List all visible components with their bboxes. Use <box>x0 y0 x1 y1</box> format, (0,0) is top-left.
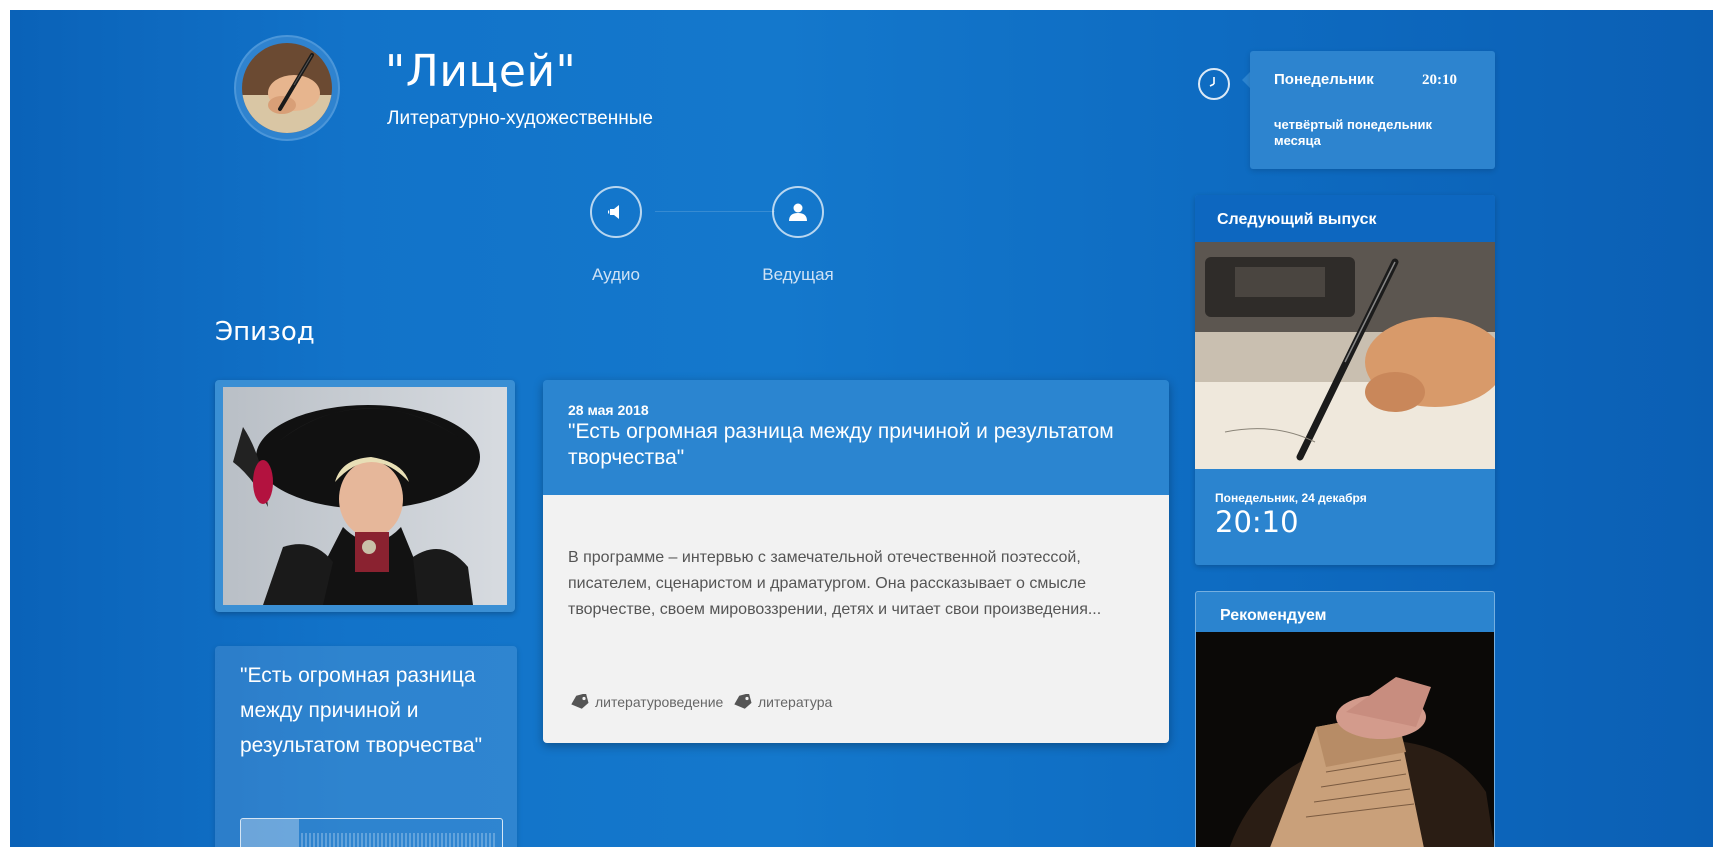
episode-title[interactable]: "Есть огромная разница между причиной и … <box>568 419 1138 471</box>
next-release-date: Понедельник, 24 декабря <box>1215 491 1367 505</box>
program-title: "Лицей" <box>385 46 577 97</box>
next-release-title: Следующий выпуск <box>1217 211 1377 228</box>
tag-literary-studies[interactable]: литературоведение <box>570 694 723 710</box>
next-release-photo[interactable] <box>1195 242 1495 469</box>
episode-date: 28 мая 2018 <box>568 402 649 418</box>
schedule-time: 20:10 <box>1422 72 1457 88</box>
speaker-icon <box>608 205 619 219</box>
episode-quote: "Есть огромная разница между причиной и … <box>240 664 483 757</box>
tag-literature[interactable]: литература <box>733 694 832 710</box>
schedule-note: четвёртый понедельник месяца <box>1274 117 1432 148</box>
player-progress[interactable] <box>241 819 299 847</box>
episode-card[interactable]: 28 мая 2018 "Есть огромная разница между… <box>543 380 1169 743</box>
next-release-time: 20:10 <box>1215 505 1299 539</box>
section-title: Эпизод <box>215 317 315 347</box>
tag-icon <box>571 694 589 709</box>
recommend-card[interactable]: Рекомендуем <box>1195 591 1495 847</box>
audio-player[interactable] <box>240 818 503 847</box>
tag-icon <box>734 694 752 709</box>
program-avatar[interactable] <box>242 43 332 133</box>
tag-label[interactable]: литература <box>758 694 832 710</box>
episode-description: В программе – интервью с замечательной о… <box>568 549 1102 618</box>
episode-photo[interactable] <box>223 387 507 605</box>
clock-icon <box>1198 68 1230 100</box>
recommend-photo[interactable] <box>1196 632 1494 847</box>
schedule-card: Понедельник 20:10 четвёртый понедельник … <box>1250 51 1495 169</box>
next-release-card[interactable]: Следующий выпуск Понедельник, 24 декабря… <box>1195 195 1495 565</box>
audio-label[interactable]: Аудио <box>576 265 656 285</box>
nav-connector <box>655 211 775 212</box>
schedule-pointer <box>1242 72 1250 88</box>
host-button[interactable] <box>772 186 824 238</box>
page: "Лицей" Литературно-художественные Аудио… <box>10 10 1713 847</box>
player-waveform[interactable] <box>301 833 496 847</box>
recommend-title: Рекомендуем <box>1220 607 1327 624</box>
host-label[interactable]: Ведущая <box>748 265 848 285</box>
audio-button[interactable] <box>590 186 642 238</box>
program-subtitle: Литературно-художественные <box>387 108 653 129</box>
person-icon <box>789 203 807 221</box>
tag-label[interactable]: литературоведение <box>595 694 723 710</box>
schedule-day: Понедельник <box>1274 71 1374 88</box>
